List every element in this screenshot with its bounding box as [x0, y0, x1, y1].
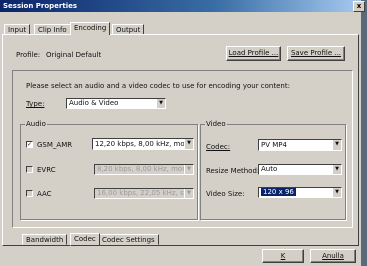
chevron-down-icon[interactable]: ▼ — [184, 139, 193, 149]
cancel-button[interactable]: Anulla — [310, 249, 356, 263]
window-title: Session Properties — [3, 2, 78, 10]
video-size-label: Video Size: — [206, 190, 245, 198]
type-label: Type: — [26, 100, 45, 108]
gsm-amr-value: 12,20 kbps, 8,00 kHz, mono — [95, 140, 194, 148]
aac-value: 16,00 kbps, 22,05 kHz, stereo — [97, 189, 194, 197]
tab-encoding[interactable]: Encoding — [70, 22, 111, 35]
chevron-down-icon[interactable]: ▼ — [332, 140, 341, 150]
video-size-select[interactable]: 120 x 96 ▼ — [258, 187, 342, 198]
tab-codec[interactable]: Codec — [70, 233, 100, 246]
profile-label: Profile: — [16, 51, 41, 59]
video-group-title: Video — [205, 120, 227, 128]
instruction-text: Please select an audio and a video codec… — [26, 82, 290, 90]
chevron-down-icon[interactable]: ▼ — [332, 165, 341, 174]
profile-value: Original Default — [46, 51, 102, 59]
video-size-value: 120 x 96 — [261, 188, 296, 196]
chevron-down-icon[interactable]: ▼ — [332, 188, 341, 197]
type-select-value: Audio & Video — [69, 99, 119, 107]
session-properties-window: Session Properties x Input Clip Info Enc… — [0, 0, 365, 266]
resize-method-value: Auto — [261, 165, 278, 173]
gsm-amr-checkbox[interactable]: ✓ — [26, 141, 33, 148]
gsm-amr-label: GSM_AMR — [37, 141, 73, 149]
title-bar: Session Properties x — [0, 0, 365, 12]
aac-checkbox[interactable] — [26, 190, 33, 197]
resize-method-label: Resize Method: — [206, 167, 260, 175]
aac-label: AAC — [37, 190, 52, 198]
chevron-down-icon[interactable]: ▼ — [184, 189, 193, 198]
tab-codec-settings[interactable]: Codec Settings — [98, 234, 159, 245]
codec-label: Codec: — [206, 143, 231, 151]
type-select[interactable]: Audio & Video ▼ — [66, 98, 166, 109]
resize-method-select[interactable]: Auto ▼ — [258, 164, 342, 175]
evrc-select[interactable]: 8,20 kbps, 8,00 kHz, mono ▼ — [94, 164, 194, 175]
ok-button[interactable]: K — [262, 249, 304, 263]
evrc-label: EVRC — [37, 166, 56, 174]
gsm-amr-select[interactable]: 12,20 kbps, 8,00 kHz, mono ▼ — [92, 138, 194, 150]
evrc-checkbox[interactable] — [26, 166, 33, 173]
tab-bandwidth[interactable]: Bandwidth — [22, 234, 68, 245]
save-profile-button[interactable]: Save Profile ... — [287, 46, 345, 61]
close-icon[interactable]: x — [353, 1, 365, 12]
chevron-down-icon[interactable]: ▼ — [184, 165, 193, 174]
evrc-value: 8,20 kbps, 8,00 kHz, mono — [97, 165, 191, 173]
aac-select[interactable]: 16,00 kbps, 22,05 kHz, stereo ▼ — [94, 188, 194, 199]
audio-group-title: Audio — [25, 120, 47, 128]
chevron-down-icon[interactable]: ▼ — [156, 99, 165, 108]
codec-value: PV MP4 — [261, 141, 287, 149]
load-profile-button[interactable]: Load Profile ... — [226, 46, 281, 61]
codec-select[interactable]: PV MP4 ▼ — [258, 139, 342, 151]
